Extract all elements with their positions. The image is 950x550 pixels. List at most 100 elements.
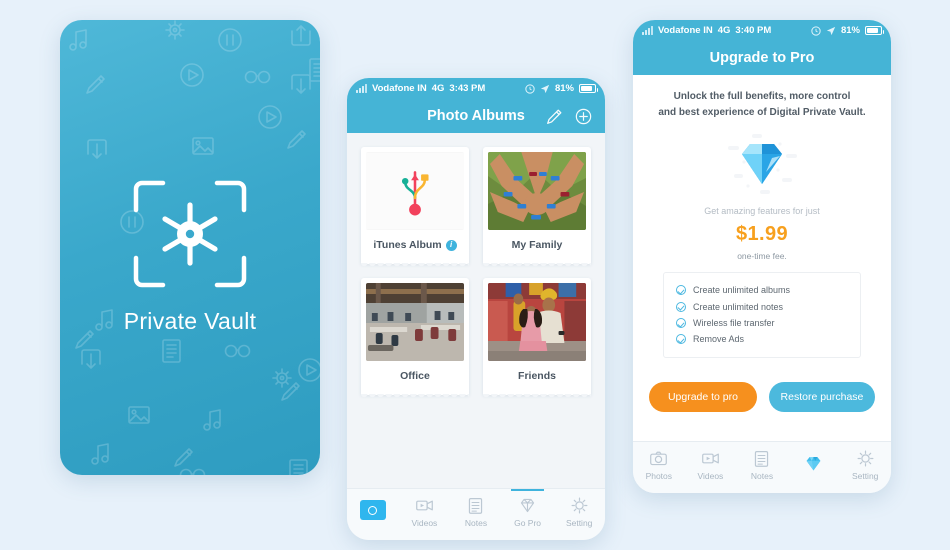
clock-label: 3:40 PM <box>735 25 772 36</box>
tab-label: Notes <box>464 517 488 528</box>
check-circle-icon <box>676 301 686 312</box>
check-circle-icon <box>676 334 686 345</box>
album-label: Friends <box>518 370 556 382</box>
tab-photos[interactable]: Photos <box>633 442 685 493</box>
album-label: My Family <box>511 239 563 251</box>
feature-label: Wireless file transfer <box>693 317 775 328</box>
camera-icon <box>359 500 386 520</box>
albums-body: iTunes Album i My Family Office Friends <box>347 133 605 400</box>
carrier-label: Vodafone IN <box>658 25 713 36</box>
vault-target-icon <box>133 180 247 288</box>
splash-center-block: Private Vault <box>60 178 320 335</box>
splash-phone: Private Vault <box>60 20 320 475</box>
tab-setting[interactable]: Setting <box>553 489 605 540</box>
album-thumbnail <box>488 152 586 230</box>
navigation-bar: Upgrade to Pro <box>633 41 891 75</box>
tab-photos[interactable] <box>347 489 399 540</box>
signal-bars-icon <box>356 84 367 93</box>
tab-label: Go Pro <box>514 517 542 528</box>
feature-list: Create unlimited albums Create unlimited… <box>663 272 861 358</box>
subtitle-line-2: and best experience of Digital Private V… <box>658 106 866 118</box>
fee-note: one-time fee. <box>737 251 787 261</box>
feature-label: Create unlimited albums <box>693 285 791 296</box>
gear-icon <box>857 450 874 466</box>
network-label: 4G <box>431 83 445 94</box>
upgrade-to-pro-button[interactable]: Upgrade to pro <box>649 381 757 412</box>
album-name: My Family <box>488 230 586 258</box>
video-icon <box>416 500 433 510</box>
tab-label: Setting <box>565 517 593 528</box>
scalloped-edge <box>483 263 591 269</box>
battery-icon <box>579 84 598 93</box>
status-bar: Vodafone IN 4G 3:43 PM 81% <box>347 78 605 99</box>
album-name: Friends <box>488 361 586 389</box>
tab-notes[interactable]: Notes <box>736 442 788 493</box>
pencil-icon[interactable] <box>546 108 563 125</box>
tab-label: Videos <box>697 470 724 481</box>
battery-icon <box>865 26 884 35</box>
album-card-friends[interactable]: Friends <box>483 278 591 400</box>
tab-videos[interactable]: Videos <box>685 442 737 493</box>
album-card-my-family[interactable]: My Family <box>483 147 591 269</box>
tab-setting[interactable]: Setting <box>839 442 891 493</box>
video-icon <box>702 453 719 463</box>
feature-item: Create unlimited notes <box>676 298 854 314</box>
album-card-itunes[interactable]: iTunes Album i <box>361 147 469 269</box>
alarm-icon <box>811 25 821 36</box>
carrier-label: Vodafone IN <box>372 83 427 94</box>
feature-label: Create unlimited notes <box>693 301 784 312</box>
upgrade-body: Unlock the full benefits, more control a… <box>633 75 891 493</box>
hero-diamond-wrap <box>649 128 875 202</box>
usb-sync-icon <box>366 152 464 230</box>
album-card-office[interactable]: Office <box>361 278 469 400</box>
network-label: 4G <box>717 25 731 36</box>
tab-label: Setting <box>851 470 879 481</box>
tab-label: Notes <box>750 470 774 481</box>
upgrade-subtitle: Unlock the full benefits, more control a… <box>649 89 875 120</box>
location-arrow-icon <box>540 84 550 93</box>
location-arrow-icon <box>826 26 836 35</box>
alarm-icon <box>525 83 535 94</box>
battery-percent-label: 81% <box>840 25 860 36</box>
tab-notes[interactable]: Notes <box>450 489 502 540</box>
plus-circle-icon[interactable] <box>575 108 592 125</box>
album-thumbnail <box>366 283 464 361</box>
tab-go-pro[interactable]: Go Pro <box>502 489 554 540</box>
tab-active-indicator <box>511 489 545 491</box>
signal-bars-icon <box>642 26 653 35</box>
notes-icon <box>469 497 483 514</box>
tab-videos[interactable]: Videos <box>399 489 451 540</box>
album-name: iTunes Album i <box>366 230 464 258</box>
diamond-icon <box>728 134 797 194</box>
diamond-icon <box>520 498 535 512</box>
camera-icon <box>650 451 668 465</box>
battery-percent-label: 81% <box>554 83 574 94</box>
upgrade-pro-phone: Vodafone IN 4G 3:40 PM 81% Upgrade to Pr… <box>633 20 891 493</box>
photo-albums-phone: Vodafone IN 4G 3:43 PM 81% Photo Albums <box>347 78 605 540</box>
feature-item: Remove Ads <box>676 331 854 347</box>
price-label: $1.99 <box>735 223 789 245</box>
scalloped-edge <box>483 394 591 400</box>
diamond-icon <box>806 456 821 470</box>
bottom-tab-bar: Videos Notes Go Pro Setting <box>347 488 605 540</box>
get-features-label: Get amazing features for just <box>704 206 820 216</box>
info-badge[interactable]: i <box>445 239 457 251</box>
feature-item: Wireless file transfer <box>676 315 854 331</box>
album-grid: iTunes Album i My Family Office Friends <box>361 147 591 400</box>
check-circle-icon <box>676 317 686 328</box>
restore-purchase-button[interactable]: Restore purchase <box>768 381 875 412</box>
splash-title: Private Vault <box>123 308 257 334</box>
feature-label: Remove Ads <box>693 334 745 345</box>
album-label: Office <box>400 370 430 382</box>
gear-icon <box>571 497 588 513</box>
clock-label: 3:43 PM <box>449 83 486 94</box>
tab-label: Photos <box>645 470 673 481</box>
navigation-bar: Photo Albums <box>347 99 605 133</box>
album-name: Office <box>366 361 464 389</box>
album-thumbnail <box>488 283 586 361</box>
tab-go-pro[interactable] <box>788 442 840 493</box>
photo-office-interior <box>366 283 464 361</box>
tab-label: Videos <box>411 517 438 528</box>
page-title: Upgrade to Pro <box>709 50 815 66</box>
scalloped-edge <box>361 263 469 269</box>
